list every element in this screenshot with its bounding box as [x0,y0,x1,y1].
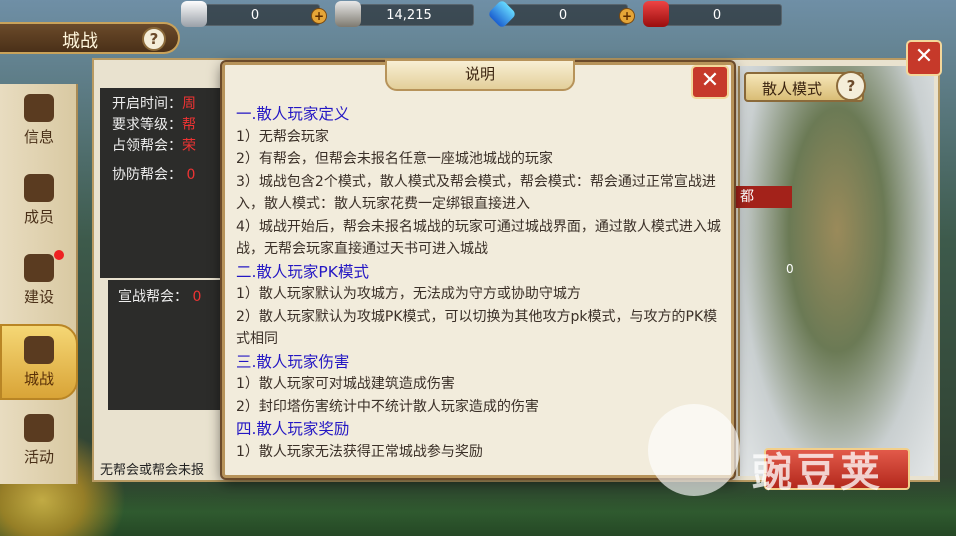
fortune-ticket-icon [643,1,669,27]
defend-label: 协防帮会： [112,167,182,183]
section-heading: 二.散人玩家PK模式 [236,262,369,281]
sidebar-item-label: 活动 [23,448,54,466]
dialog-close-button[interactable]: ✕ [691,65,729,99]
section-line: 1）散人玩家默认为攻城方，无法成为守方或协助守城方 [236,286,581,302]
attack-guild-box: 宣战帮会： 0 [108,280,225,410]
help-button[interactable]: ? [142,27,166,51]
defend-value: 0 [186,167,196,183]
page-title: 城战 [62,31,98,52]
resource-silver: 0 + [181,1,327,27]
notification-dot [54,250,64,260]
hammer-icon [24,254,54,282]
sidebar-item-citywar[interactable]: 城战 [0,324,78,400]
sidebar-item-label: 成员 [23,208,54,226]
info-icon [24,94,54,122]
sidebar-item-label: 建设 [23,288,54,306]
attack-value: 0 [192,289,202,305]
section-line: 2）有帮会，但帮会未报名任意一座城池城战的玩家 [236,151,553,167]
locked-ingot-icon [335,1,361,27]
solo-mode-button[interactable]: 散人模式 ? [744,71,866,102]
resource-diamond-value: 0 [558,7,568,23]
sidebar-item-label: 信息 [23,128,54,146]
resource-bound-silver-value: 14,215 [386,7,432,23]
bottom-hint-text: 无帮会或帮会未报 [100,463,205,478]
section-heading: 一.散人玩家定义 [236,105,350,123]
occupy-value: 荣 [182,138,196,154]
open-time-value: 周 [182,96,196,112]
section-line: 1）散人玩家可对城战建筑造成伤害 [236,376,455,392]
add-silver-button[interactable]: + [311,8,327,24]
attack-label: 宣战帮会： [118,289,188,305]
window-title-tab: 城战 ? [0,22,180,54]
open-time-label: 开启时间： [112,96,182,112]
watermark-text: 豌豆荚 [752,450,884,496]
resource-diamond: 0 + [487,0,635,29]
sidebar-item-activity[interactable]: 活动 [0,404,78,480]
sidebar-item-info[interactable]: 信息 [0,84,78,160]
city-name-tag[interactable]: 都 [736,186,792,208]
solo-mode-label: 散人模式 [762,80,823,98]
resource-silver-value: 0 [250,7,260,23]
flame-icon [24,414,54,442]
city-count: 0 [786,262,794,276]
level-value: 帮 [182,117,196,133]
sidebar-item-label: 城战 [23,370,54,388]
occupy-label: 占领帮会： [112,138,182,154]
watermark: 豌豆荚 [640,400,940,510]
silver-ingot-icon [181,1,207,27]
sidebar-item-build[interactable]: 建设 [0,244,78,320]
dialog-title: 说明 [385,59,575,91]
section-heading: 三.散人玩家伤害 [236,352,350,371]
resource-ticket: 0 [643,1,782,27]
section-line: 3）城战包含2个模式，散人模式及帮会模式，帮会模式：帮会通过正常宣战进入，散人模… [236,173,716,213]
resource-bound-silver: 14,215 [335,1,474,27]
city-info-box: 开启时间：周 要求等级：帮 占领帮会：荣 协防帮会： 0 [100,88,225,278]
castle-icon [24,336,54,364]
section-line: 4）城战开始后，帮会未报名城战的玩家可通过城战界面，通过散人模式进入城战，无帮会… [236,218,721,258]
resource-bar: 0 + 14,215 0 + 0 [181,0,782,29]
resource-ticket-value: 0 [712,7,722,23]
guild-sidebar: 信息 成员 建设 城战 活动 [0,84,78,484]
sidebar-item-members[interactable]: 成员 [0,164,78,240]
pea-logo-icon [648,404,740,496]
diamond-icon [487,0,517,29]
members-icon [24,174,54,202]
add-diamond-button[interactable]: + [619,8,635,24]
solo-mode-help-button[interactable]: ? [836,71,866,101]
close-window-button[interactable]: ✕ [906,40,942,76]
level-label: 要求等级： [112,117,182,133]
section-line: 1）无帮会玩家 [236,128,329,145]
section-line: 2）散人玩家默认为攻城PK模式，可以切换为其他攻方pk模式，与攻方的PK模式相同 [236,308,718,348]
